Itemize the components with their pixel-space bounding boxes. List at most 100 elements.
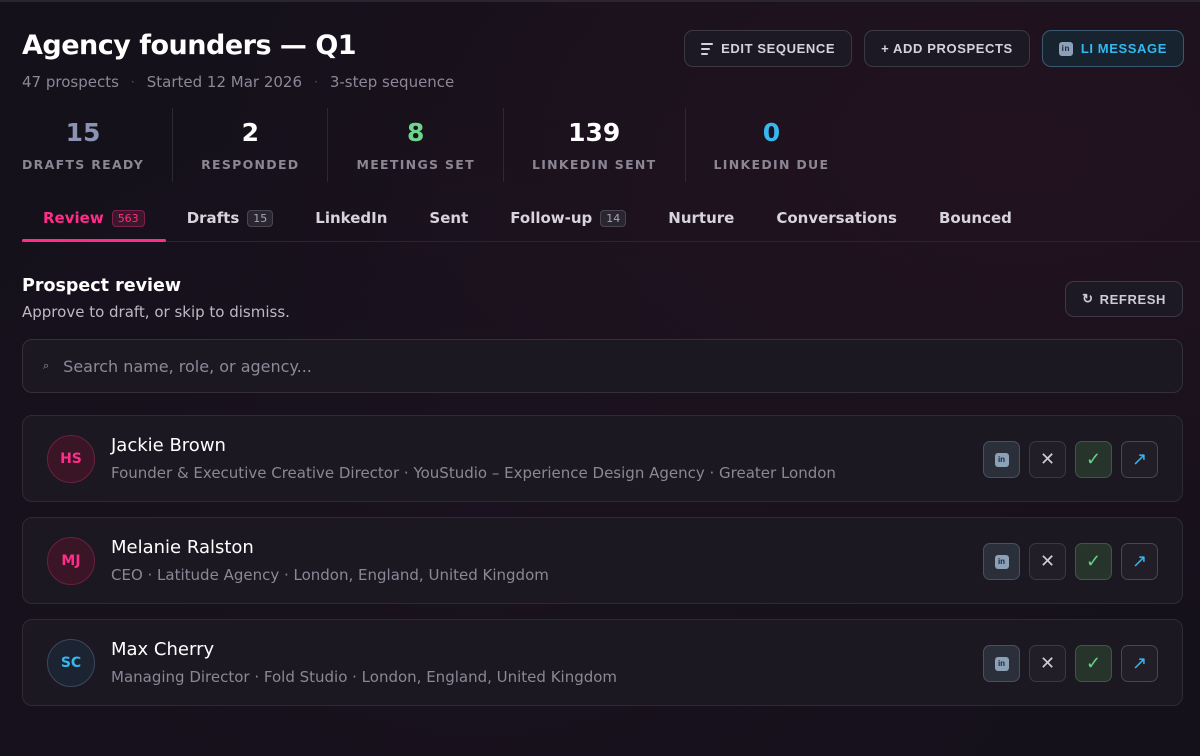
check-icon: ✓ — [1085, 653, 1102, 673]
stat-value: 0 — [762, 118, 781, 147]
edit-sequence-button[interactable]: EDIT SEQUENCE — [684, 30, 853, 67]
top-divider — [0, 0, 1200, 2]
tab-follow-up[interactable]: Follow-up 14 — [489, 196, 647, 240]
approve-button[interactable]: ✓ — [1075, 441, 1112, 478]
tab-label: Follow-up — [510, 209, 593, 227]
header-actions: EDIT SEQUENCE + ADD PROSPECTS in LI MESS… — [684, 30, 1184, 67]
check-icon: ✓ — [1085, 551, 1102, 571]
linkedin-icon: in — [1058, 41, 1073, 56]
search-icon: ⌕ — [43, 359, 50, 372]
meta-separator: · — [130, 75, 135, 89]
prospect-name: Melanie Ralston — [111, 537, 254, 558]
tab-drafts[interactable]: Drafts 15 — [166, 196, 295, 240]
linkedin-button[interactable]: in — [983, 441, 1020, 478]
approve-button[interactable]: ✓ — [1075, 543, 1112, 580]
close-icon: ✕ — [1039, 653, 1056, 673]
stat-label: RESPONDED — [201, 157, 300, 172]
tab-bar: Review 563 Drafts 15 LinkedIn Sent Follo… — [22, 196, 1200, 242]
stat-value: 8 — [407, 118, 425, 147]
external-link-icon: ↗ — [1131, 653, 1148, 673]
open-profile-button[interactable]: ↗ — [1121, 645, 1158, 682]
prospect-actions: in ✕ ✓ ↗ — [983, 441, 1158, 478]
linkedin-icon: in — [994, 656, 1009, 671]
add-prospects-button[interactable]: + ADD PROSPECTS — [864, 30, 1030, 67]
stat-label: LINKEDIN SENT — [531, 157, 657, 172]
prospect-card: HS Jackie Brown Founder & Executive Crea… — [22, 415, 1183, 502]
tab-label: Drafts — [186, 209, 240, 227]
start-date: Started 12 Mar 2026 — [146, 73, 302, 91]
prospect-details: CEO · Latitude Agency · London, England,… — [111, 566, 549, 584]
edit-sequence-label: EDIT SEQUENCE — [721, 41, 836, 56]
tab-sent[interactable]: Sent — [408, 196, 489, 240]
stat-value: 15 — [65, 118, 101, 147]
refresh-icon: ↻ — [1082, 291, 1094, 306]
tab-label: Review — [43, 209, 104, 227]
prospect-actions: in ✕ ✓ ↗ — [983, 543, 1158, 580]
skip-button[interactable]: ✕ — [1029, 441, 1066, 478]
refresh-label: REFRESH — [1099, 291, 1166, 307]
prospect-info: Melanie Ralston CEO · Latitude Agency · … — [111, 537, 549, 584]
stat-responded: 2 RESPONDED — [172, 108, 327, 182]
linkedin-icon: in — [994, 554, 1009, 569]
skip-button[interactable]: ✕ — [1029, 645, 1066, 682]
tab-label: Bounced — [938, 209, 1012, 227]
avatar: SC — [47, 638, 95, 687]
search-input[interactable] — [63, 356, 1144, 376]
tab-nurture[interactable]: Nurture — [647, 196, 755, 240]
tab-label: LinkedIn — [315, 209, 388, 227]
section-subtitle: Approve to draft, or skip to dismiss. — [22, 303, 290, 321]
search-box: ⌕ — [22, 339, 1183, 393]
tab-count-badge: 15 — [247, 209, 274, 227]
tab-count-badge: 563 — [111, 209, 145, 227]
close-icon: ✕ — [1039, 449, 1056, 469]
linkedin-icon: in — [994, 452, 1009, 467]
stat-linkedin-sent: 139 LINKEDIN SENT — [502, 108, 685, 182]
tab-label: Nurture — [668, 209, 735, 227]
stat-label: DRAFTS READY — [22, 157, 145, 172]
add-prospects-label: + ADD PROSPECTS — [881, 41, 1013, 56]
stat-value: 139 — [568, 118, 621, 147]
stat-drafts-ready: 15 DRAFTS READY — [22, 108, 172, 182]
prospect-list: HS Jackie Brown Founder & Executive Crea… — [22, 415, 1183, 721]
external-link-icon: ↗ — [1131, 551, 1148, 571]
avatar: HS — [47, 434, 95, 483]
li-message-label: LI MESSAGE — [1080, 41, 1167, 56]
prospect-actions: in ✕ ✓ ↗ — [983, 645, 1158, 682]
prospect-info: Max Cherry Managing Director · Fold Stud… — [111, 639, 617, 686]
linkedin-button[interactable]: in — [983, 645, 1020, 682]
page-title: Agency founders — Q1 — [22, 30, 357, 61]
close-icon: ✕ — [1039, 551, 1056, 571]
prospect-card: MJ Melanie Ralston CEO · Latitude Agency… — [22, 517, 1183, 604]
tab-count-badge: 14 — [600, 209, 627, 227]
prospect-count: 47 prospects — [22, 73, 119, 91]
tab-review[interactable]: Review 563 — [22, 196, 166, 242]
stat-linkedin-due: 0 LINKEDIN DUE — [684, 108, 858, 182]
prospect-details: Founder & Executive Creative Director · … — [111, 464, 836, 482]
open-profile-button[interactable]: ↗ — [1121, 441, 1158, 478]
prospect-card: SC Max Cherry Managing Director · Fold S… — [22, 619, 1183, 706]
tab-bounced[interactable]: Bounced — [918, 196, 1033, 240]
stat-label: LINKEDIN DUE — [713, 157, 830, 172]
meta-separator: · — [314, 75, 318, 89]
approve-button[interactable]: ✓ — [1075, 645, 1112, 682]
stat-value: 2 — [241, 118, 259, 147]
stats-bar: 15 DRAFTS READY 2 RESPONDED 8 MEETINGS S… — [22, 108, 857, 182]
tab-linkedin[interactable]: LinkedIn — [294, 196, 408, 240]
refresh-button[interactable]: ↻ REFRESH — [1065, 281, 1183, 317]
tab-conversations[interactable]: Conversations — [755, 196, 918, 240]
prospect-details: Managing Director · Fold Studio · London… — [111, 668, 618, 686]
stat-meetings-set: 8 MEETINGS SET — [327, 108, 502, 182]
external-link-icon: ↗ — [1131, 449, 1148, 469]
page-meta: 47 prospects · Started 12 Mar 2026 · 3-s… — [22, 73, 722, 91]
linkedin-button[interactable]: in — [983, 543, 1020, 580]
list-icon — [701, 42, 714, 55]
prospect-info: Jackie Brown Founder & Executive Creativ… — [111, 435, 836, 482]
stat-label: MEETINGS SET — [356, 157, 475, 172]
page-header: Agency founders — Q1 47 prospects · Star… — [22, 30, 722, 91]
open-profile-button[interactable]: ↗ — [1121, 543, 1158, 580]
li-message-button[interactable]: in LI MESSAGE — [1041, 30, 1184, 67]
skip-button[interactable]: ✕ — [1029, 543, 1066, 580]
tab-label: Sent — [429, 209, 469, 227]
sequence-steps: 3-step sequence — [329, 73, 455, 91]
check-icon: ✓ — [1085, 449, 1102, 469]
